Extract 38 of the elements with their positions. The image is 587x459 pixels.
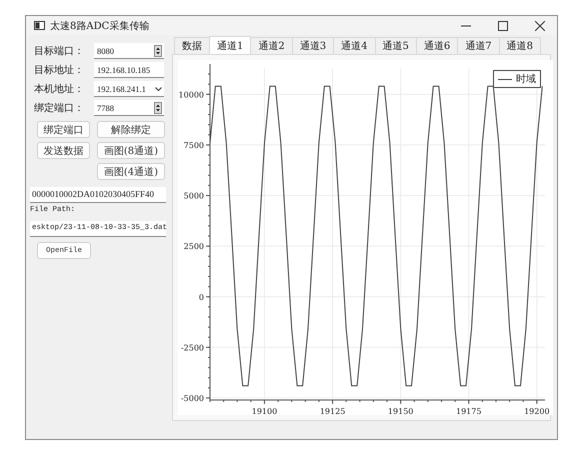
action-button[interactable]: 绑定端口 [37, 121, 90, 138]
spin-box[interactable]: 8080 [94, 43, 164, 59]
maximize-icon[interactable] [498, 20, 508, 30]
tab[interactable]: 通道8 [498, 37, 541, 54]
tick-label: 19175 [456, 407, 482, 415]
legend-line [498, 78, 512, 80]
tick-label: 0 [198, 292, 204, 302]
tick-label: -5000 [180, 394, 204, 403]
tab[interactable]: 通道1 [209, 36, 252, 54]
chevron-down-icon [155, 86, 162, 90]
hex-field[interactable]: 0000010002DA0102030405FF40 [30, 187, 166, 203]
action-button[interactable]: 发送数据 [37, 142, 90, 159]
action-button[interactable]: 画图(4通道) [97, 163, 165, 180]
spin-arrows-icon[interactable] [154, 102, 162, 114]
field-label: 本机地址： [34, 82, 85, 96]
field-label: 目标地址： [34, 64, 85, 77]
tick-label: 19125 [320, 407, 346, 415]
window-icon [34, 21, 45, 30]
tab[interactable]: 数据 [174, 37, 210, 54]
field-label: 绑定端口： [34, 102, 85, 115]
spin-arrows-icon[interactable] [154, 44, 162, 56]
address-dropdown[interactable]: 192.168.241.1 [94, 81, 164, 97]
tick-label: 19150 [388, 407, 414, 415]
tick-label: 19100 [252, 407, 278, 415]
action-button[interactable]: 解除绑定 [97, 121, 165, 138]
window-title: 太速8路ADC采集传输 [50, 20, 150, 32]
text-field[interactable]: 192.168.10.185 [94, 62, 164, 78]
action-button[interactable]: 画图(8通道) [97, 142, 165, 159]
tick-label: 10000 [178, 90, 204, 100]
tick-label: 7500 [184, 140, 204, 150]
spin-box[interactable]: 7788 [94, 100, 164, 116]
close-icon[interactable] [535, 20, 545, 30]
tick-label: 2500 [184, 242, 204, 252]
tick-label: -2500 [180, 343, 204, 352]
tick-label: 5000 [184, 192, 204, 201]
tick-label: 19200 [524, 407, 550, 415]
legend-label: 时域 [516, 72, 536, 86]
field-label: 目标端口： [34, 44, 85, 58]
